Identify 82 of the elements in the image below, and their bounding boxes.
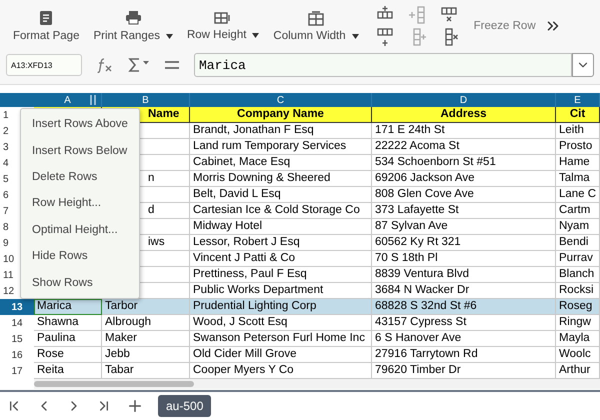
document-icon [39, 10, 54, 26]
table-cell: Arthur [556, 363, 600, 379]
header-cell: Company Name [190, 107, 372, 123]
table-cell: 373 Lafayette St [372, 203, 556, 219]
table-cell: Vincent J Patti & Co [190, 251, 372, 267]
table-cell: Belt, David L Esq [190, 187, 372, 203]
header-cell: Address [372, 107, 556, 123]
table-cell: Midway Hotel [190, 219, 372, 235]
table-cell: 3684 N Wacker Dr [372, 283, 556, 299]
horizontal-scrollbar[interactable] [34, 379, 600, 389]
table-cell: 6 S Hanover Ave [372, 331, 556, 347]
sum-icon[interactable] [128, 58, 150, 72]
table-cell: Woolc [556, 347, 600, 363]
toolbar-button[interactable]: Format Page [6, 2, 86, 50]
function-icon[interactable] [96, 57, 114, 73]
table-cell: Old Cider Mill Grove [190, 347, 372, 363]
table-cell: Lane C [556, 187, 600, 203]
table-cell: Swanson Peterson Furl Home Inc [190, 331, 372, 347]
table-cell: Rocksi [556, 283, 600, 299]
table-cell: Prosto [556, 139, 600, 155]
table-cell: 87 Sylvan Ave [372, 219, 556, 235]
table-cell: 808 Glen Cove Ave [372, 187, 556, 203]
table-cell: 534 Schoenborn St #51 [372, 155, 556, 171]
sheet-tab[interactable]: au-500 [158, 395, 212, 417]
table-cell: 79620 Timber Dr [372, 363, 556, 379]
table-cell: Leith [556, 123, 600, 139]
expand-button[interactable] [572, 53, 594, 77]
table-cell: Prettiness, Paul F Esq [190, 267, 372, 283]
table-cell: Mayla [556, 331, 600, 347]
table-cell: 171 E 24th St [372, 123, 556, 139]
table-icon [214, 11, 232, 25]
table-cell: 43157 Cypress St [372, 315, 556, 331]
printer-icon [124, 10, 142, 26]
table-cell: Cooper Myers Y Co [190, 363, 372, 379]
table-cell: Lessor, Robert J Esq [190, 235, 372, 251]
table-cell: Prudential Lighting Corp [190, 299, 372, 315]
table-cell: 22222 Acoma St [372, 139, 556, 155]
toolbar-button[interactable]: Row Height [180, 2, 266, 50]
table-cell: 69206 Jackson Ave [372, 171, 556, 187]
table-cell: Nyam [556, 219, 600, 235]
header-cell: Cit [556, 107, 600, 123]
table-cell: Hame [556, 155, 600, 171]
table-cell: 70 S 18th Pl [372, 251, 556, 267]
table-cell: Marica [34, 299, 102, 315]
table-cell: Talma [556, 171, 600, 187]
table-cell: Reita [34, 363, 102, 379]
table-cell: 8839 Ventura Blvd [372, 267, 556, 283]
delete-row-icon[interactable] [440, 6, 460, 24]
toolbar-button[interactable]: Print Ranges [86, 2, 180, 50]
table-cell: Jebb [102, 347, 190, 363]
table-cell: Ringw [556, 315, 600, 331]
table-cell: Land rum Temporary Services [190, 139, 372, 155]
table-cell: Public Works Department [190, 283, 372, 299]
table-cell: 68828 S 32nd St #6 [372, 299, 556, 315]
table-cell: Maker [102, 331, 190, 347]
name-box[interactable]: A13:XFD13 [6, 54, 82, 76]
table-cell: Roseg [556, 299, 600, 315]
table-cell: Bendi [556, 235, 600, 251]
table-cell: Cabinet, Mace Esq [190, 155, 372, 171]
table-cell: 60562 Ky Rt 321 [372, 235, 556, 251]
table-cell: Paulina [34, 331, 102, 347]
table-cell: Cartm [556, 203, 600, 219]
toolbar-button[interactable]: Freeze Row [474, 20, 536, 32]
table-cell: Tabar [102, 363, 190, 379]
formula-input[interactable]: Marica [194, 53, 572, 77]
table-cell: Cartesian Ice & Cold Storage Co [190, 203, 372, 219]
add-sheet-icon[interactable] [126, 397, 144, 415]
table-cell: Shawna [34, 315, 102, 331]
table-cell: 27916 Tarrytown Rd [372, 347, 556, 363]
table-cell: Blanch [556, 267, 600, 283]
toolbar-button[interactable]: Column Width [266, 2, 366, 50]
row-number[interactable]: 13 [0, 299, 34, 315]
table-cell: Rose [34, 347, 102, 363]
table-cell: Morris Downing & Sheered [190, 171, 372, 187]
equals-icon[interactable] [164, 60, 180, 70]
table-cell: Wood, J Scott Esq [190, 315, 372, 331]
table-cell: Albrough [102, 315, 190, 331]
table-cell: Brandt, Jonathan F Esq [190, 123, 372, 139]
table-cell: Tarbor [102, 299, 190, 315]
table-icon [308, 10, 324, 26]
insert-row-icon[interactable] [376, 28, 396, 46]
table-cell: Purrav [556, 251, 600, 267]
